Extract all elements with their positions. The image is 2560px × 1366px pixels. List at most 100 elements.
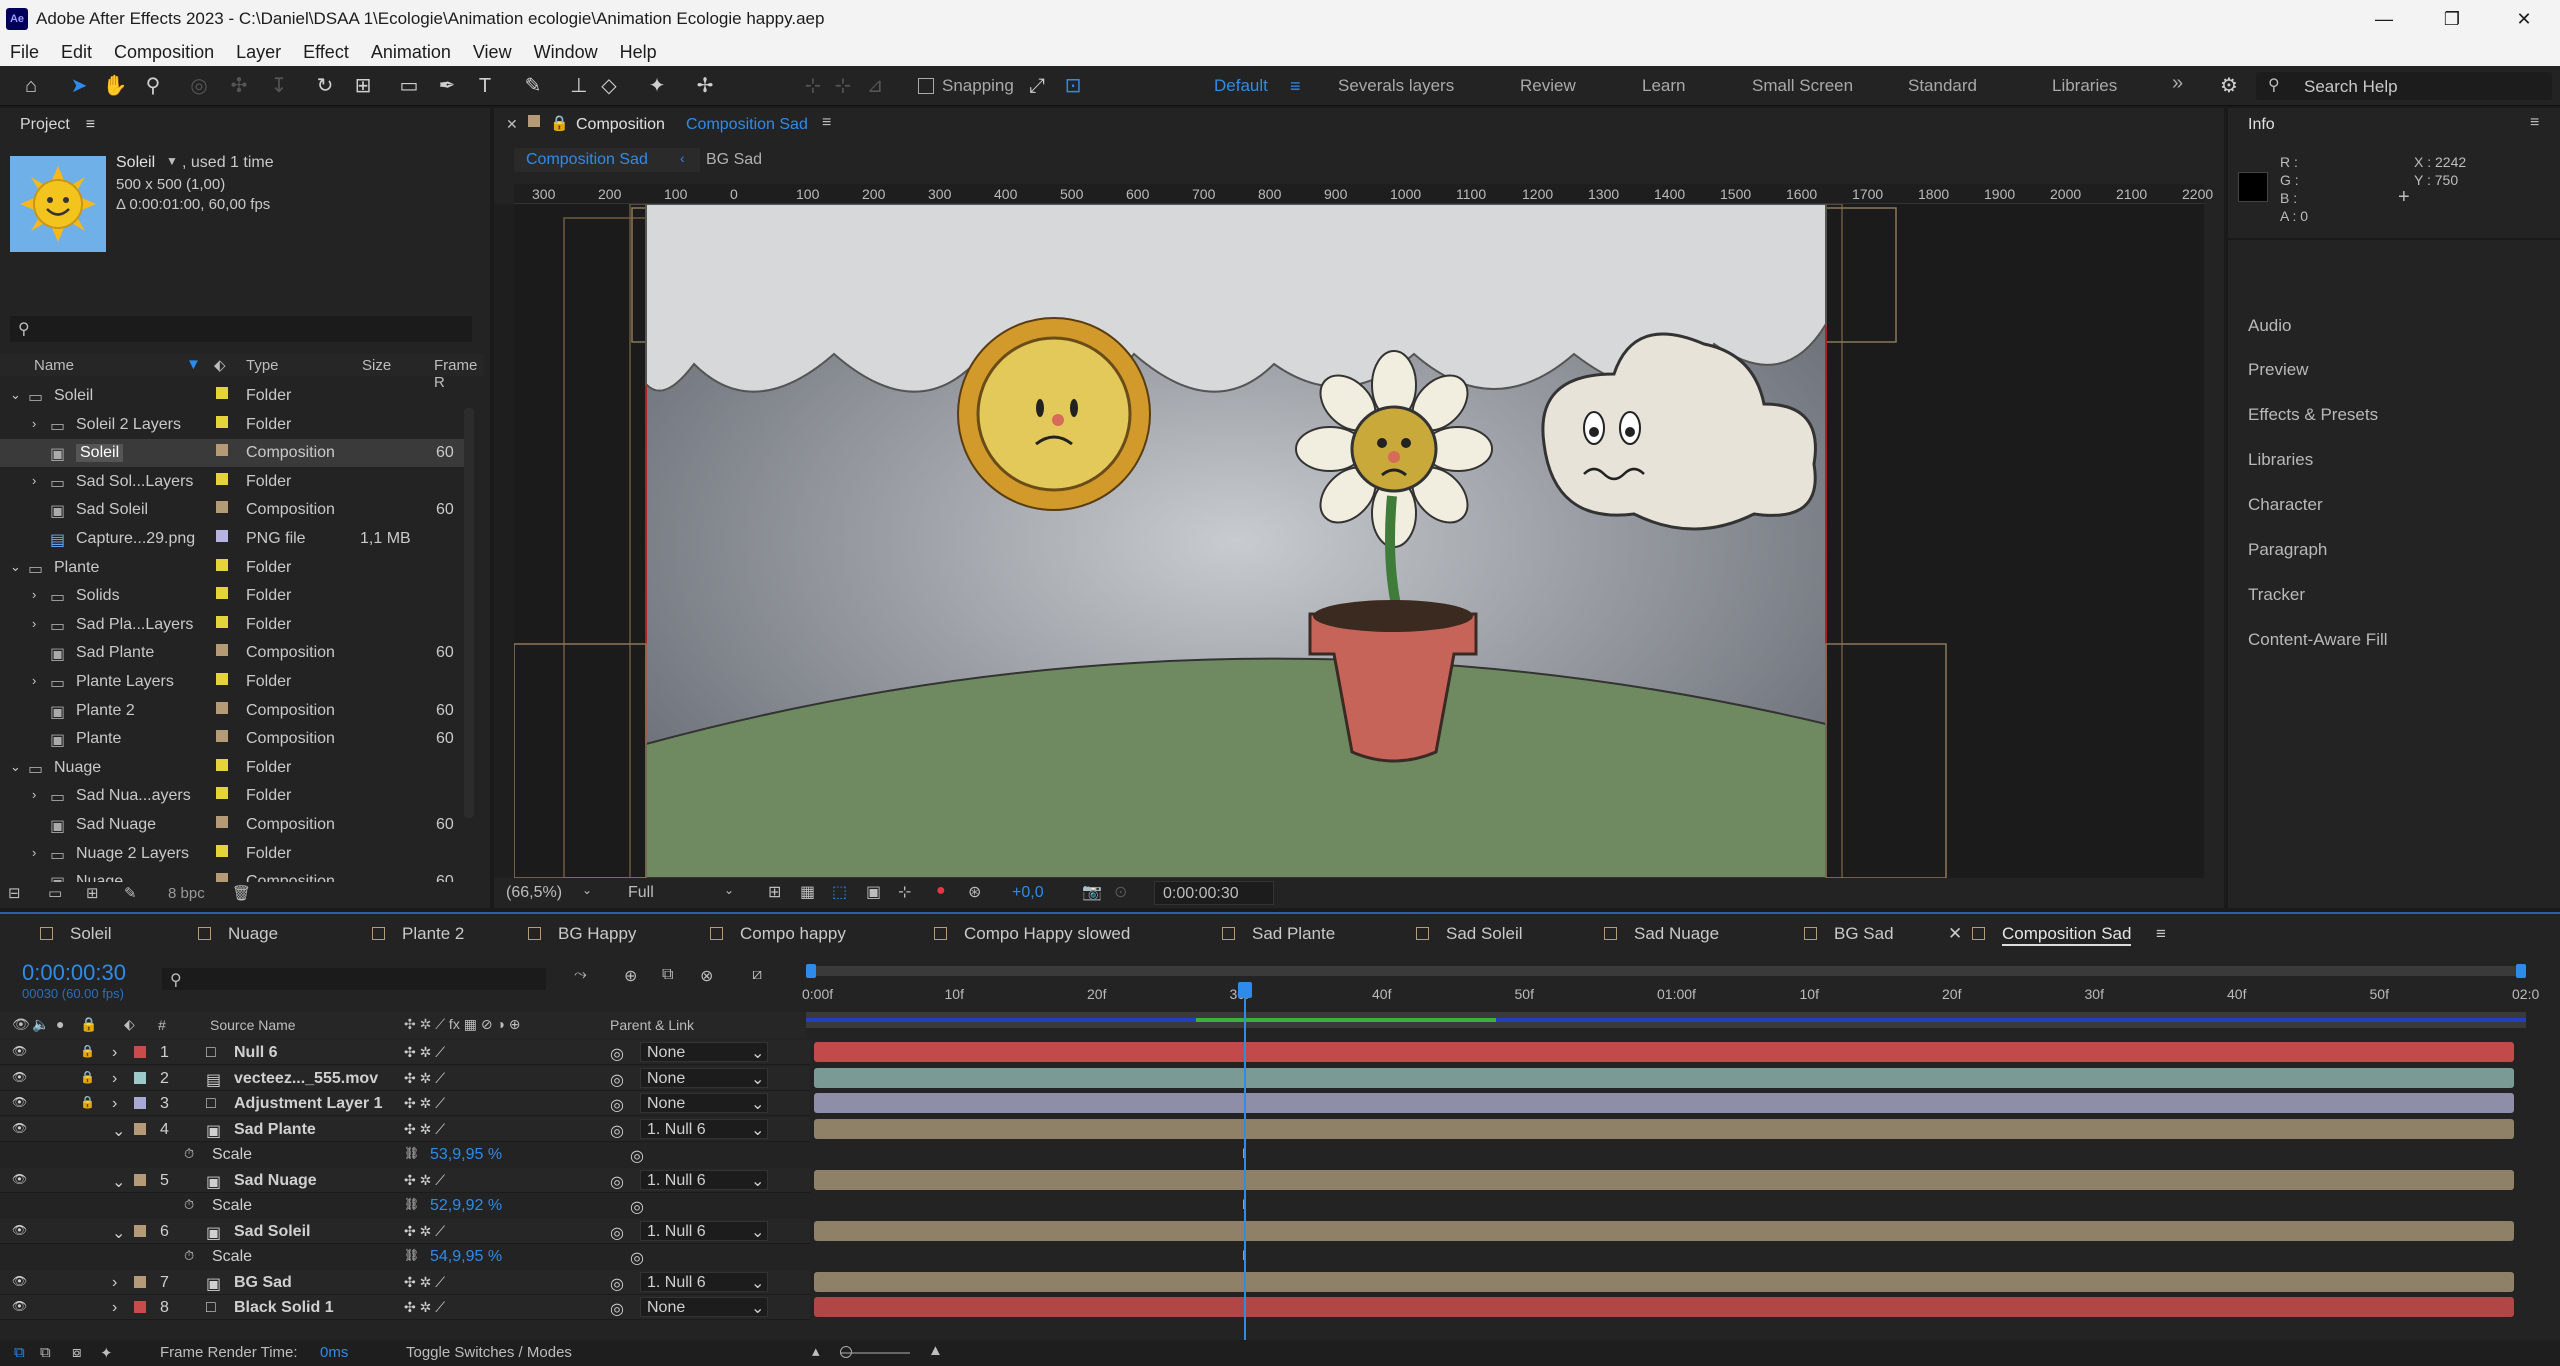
current-time[interactable]: 0:00:00:30 — [22, 960, 126, 986]
minimize-button[interactable]: — — [2350, 0, 2418, 38]
chevron-down-icon[interactable]: ⌄ — [582, 883, 592, 897]
layer-name[interactable]: Black Solid 1 — [234, 1299, 334, 1317]
layer-switches-icon[interactable]: ✣ ✲ ⟋ — [404, 1223, 445, 1240]
project-item[interactable]: › ▭ Sad Pla...Layers Folder — [0, 611, 470, 639]
label-swatch[interactable] — [216, 644, 228, 657]
chevron-right-icon[interactable]: › — [32, 616, 36, 631]
shy-layers-icon[interactable]: ⧉ — [662, 966, 673, 984]
project-scrollbar[interactable] — [464, 408, 474, 818]
nav-composition-sad[interactable]: Composition Sad — [526, 151, 648, 169]
panel-audio[interactable]: Audio — [2248, 316, 2291, 336]
layer-row[interactable]: 👁 › 7 ▣ BG Sad ✣ ✲ ⟋ ◎ 1. Null 6 ⌄ — [0, 1269, 810, 1295]
home-icon[interactable]: ⌂ — [18, 73, 44, 99]
constrain-link-icon[interactable]: ⛓ — [404, 1146, 419, 1160]
project-item[interactable]: › ▭ Sad Nua...ayers Folder — [0, 782, 470, 810]
render-info-icon[interactable]: ⧉ — [14, 1344, 25, 1361]
layer-duration-bar[interactable] — [814, 1093, 2514, 1113]
anchor-tool-icon[interactable]: ⊞ — [350, 73, 376, 99]
panel-menu-icon[interactable]: ≡ — [86, 116, 95, 134]
work-area-end[interactable] — [2516, 964, 2526, 978]
layer-switches-icon[interactable]: ✣ ✲ ⟋ — [404, 1172, 445, 1189]
motion-blur-icon[interactable]: ✦ — [100, 1344, 113, 1362]
layer-switches-icon[interactable]: ✣ ✲ ⟋ — [404, 1095, 445, 1112]
stopwatch-icon[interactable]: ⏱ — [184, 1248, 194, 1264]
timeline-tab[interactable]: Sad Plante — [1252, 924, 1335, 944]
chevron-right-icon[interactable]: › — [112, 1070, 117, 1088]
zoom-out-icon[interactable]: ▴ — [812, 1342, 820, 1360]
axis-view-icon[interactable]: ⊿ — [862, 73, 888, 99]
snapping-checkbox[interactable] — [918, 78, 934, 94]
layer-label-swatch[interactable] — [134, 1071, 146, 1084]
constrain-link-icon[interactable]: ⛓ — [404, 1248, 419, 1262]
chevron-right-icon[interactable]: › — [32, 673, 36, 688]
solo-icon[interactable]: ● — [56, 1016, 64, 1032]
project-item[interactable]: › ▭ Solids Folder — [0, 582, 470, 610]
panel-libraries[interactable]: Libraries — [2248, 450, 2313, 470]
rotation-tool-icon[interactable]: ↻ — [312, 73, 338, 99]
sort-arrow-icon[interactable]: ▼ — [186, 356, 201, 373]
exposure-value[interactable]: +0,0 — [1012, 884, 1044, 902]
layer-label-swatch[interactable] — [134, 1173, 146, 1186]
menu-edit[interactable]: Edit — [61, 42, 92, 63]
menu-layer[interactable]: Layer — [236, 42, 281, 63]
project-item[interactable]: ▣ Sad Nuage Composition 60 — [0, 811, 470, 839]
project-item[interactable]: › ▭ Soleil 2 Layers Folder — [0, 411, 470, 439]
project-item[interactable]: › ▭ Sad Sol...Layers Folder — [0, 468, 470, 496]
menu-animation[interactable]: Animation — [371, 42, 451, 63]
comp-viewer[interactable] — [514, 204, 2204, 878]
project-item[interactable]: ▤ Capture...29.png PNG file 1,1 MB — [0, 525, 470, 553]
eye-icon[interactable]: 👁 — [12, 1299, 27, 1313]
col-size[interactable]: Size — [362, 357, 391, 374]
parent-select[interactable]: 1. Null 6 ⌄ — [640, 1118, 768, 1139]
project-item[interactable]: › ▭ Nuage 2 Layers Folder — [0, 840, 470, 868]
panel-preview[interactable]: Preview — [2248, 360, 2308, 380]
parent-select[interactable]: 1. Null 6 ⌄ — [640, 1220, 768, 1241]
stopwatch-icon[interactable]: ⏱ — [184, 1146, 194, 1162]
pen-tool-icon[interactable]: ✒ — [434, 73, 460, 99]
puppet-tool-icon[interactable]: ✢ — [692, 73, 718, 99]
menu-window[interactable]: Window — [534, 42, 598, 63]
workspace-edit-icon[interactable]: ⚙ — [2216, 73, 2242, 99]
menu-view[interactable]: View — [473, 42, 512, 63]
audio-toggle-icon[interactable]: 🔈 — [32, 1016, 49, 1033]
pickwhip-icon[interactable]: ◎ — [610, 1274, 624, 1294]
frame-blending-icon[interactable]: ⊗ — [700, 966, 713, 986]
constrain-link-icon[interactable]: ⛓ — [404, 1197, 419, 1211]
pan-camera-icon[interactable]: ✣ — [226, 73, 252, 99]
close-tab-icon[interactable]: ✕ — [506, 116, 518, 133]
chevron-down-icon[interactable]: ⌄ — [112, 1121, 125, 1141]
layer-label-swatch[interactable] — [134, 1097, 146, 1109]
close-tab-icon[interactable]: ✕ — [1948, 924, 1962, 944]
project-item[interactable]: ▣ Sad Plante Composition 60 — [0, 639, 470, 667]
pickwhip-icon[interactable]: ◎ — [610, 1223, 624, 1243]
layer-name[interactable]: Sad Plante — [234, 1121, 316, 1139]
workspace-small-screen[interactable]: Small Screen — [1752, 76, 1853, 96]
selected-item-name[interactable]: Soleil — [116, 154, 155, 172]
eye-icon[interactable]: 👁 — [12, 1044, 27, 1058]
pickwhip-icon[interactable]: ◎ — [610, 1299, 624, 1319]
layer-row[interactable]: 👁 ⌄ 6 ▣ Sad Soleil ✣ ✲ ⟋ ◎ 1. Null 6 ⌄ — [0, 1218, 810, 1244]
comp-nav-active[interactable]: Composition Sad — [514, 148, 700, 172]
parent-select[interactable]: None ⌄ — [640, 1042, 768, 1062]
layer-name[interactable]: Adjustment Layer 1 — [234, 1095, 382, 1113]
property-row[interactable]: ⏱ Scale ⛓ 53,9,95 % ◎ — [0, 1142, 810, 1167]
snap-options-icon[interactable]: ⤢ — [1024, 73, 1050, 99]
transparency-grid-icon[interactable]: ▦ — [800, 882, 815, 902]
chevron-right-icon[interactable]: › — [32, 787, 36, 802]
panel-menu-icon[interactable]: ≡ — [822, 114, 831, 132]
hand-tool-icon[interactable]: ✋ — [102, 73, 128, 99]
pickwhip-icon[interactable]: ◎ — [630, 1146, 644, 1166]
layer-label-swatch[interactable] — [134, 1301, 146, 1313]
lock-col-icon[interactable]: 🔒 — [80, 1016, 97, 1033]
chevron-right-icon[interactable]: › — [32, 416, 36, 431]
timeline-tab[interactable]: Nuage — [228, 924, 278, 944]
panel-character[interactable]: Character — [2248, 495, 2323, 515]
pickwhip-icon[interactable]: ◎ — [610, 1070, 624, 1090]
property-row[interactable]: ⏱ Scale ⛓ 54,9,95 % ◎ — [0, 1244, 810, 1269]
zoom-in-icon[interactable]: ▲ — [928, 1342, 943, 1359]
layer-switches-icon[interactable]: ✣ ✲ ⟋ — [404, 1044, 445, 1061]
eraser-tool-icon[interactable]: ◇ — [596, 73, 622, 99]
chevron-down-icon[interactable]: ⌄ — [10, 559, 21, 575]
layer-label-swatch[interactable] — [134, 1046, 146, 1058]
label-swatch[interactable] — [216, 558, 228, 571]
